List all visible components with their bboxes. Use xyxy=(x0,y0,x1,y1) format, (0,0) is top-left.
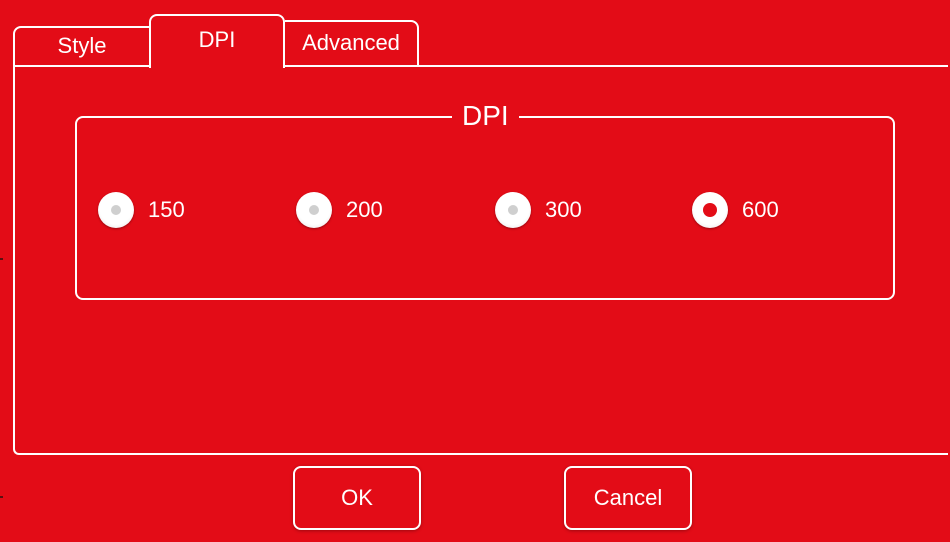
tab-dpi-label: DPI xyxy=(198,27,236,52)
dpi-option-150[interactable]: 150 xyxy=(98,190,185,230)
radio-button-icon[interactable] xyxy=(296,192,332,228)
dpi-option-label: 300 xyxy=(545,197,582,222)
ok-button[interactable]: OK xyxy=(293,466,421,530)
dpi-option-200[interactable]: 200 xyxy=(296,190,383,230)
cancel-button[interactable]: Cancel xyxy=(564,466,692,530)
edge-mark xyxy=(0,496,3,498)
dpi-group-title: DPI xyxy=(452,100,519,132)
dpi-option-label: 600 xyxy=(742,197,779,222)
dpi-option-600[interactable]: 600 xyxy=(692,190,779,230)
tab-advanced[interactable]: Advanced xyxy=(285,20,419,66)
edge-mark xyxy=(0,258,3,260)
dpi-option-300[interactable]: 300 xyxy=(495,190,582,230)
active-tab-connector xyxy=(151,64,283,68)
radio-button-selected-icon[interactable] xyxy=(692,192,728,228)
tab-style[interactable]: Style xyxy=(13,26,149,66)
tab-dpi[interactable]: DPI xyxy=(149,14,285,68)
dpi-settings-dialog: Style DPI Advanced DPI 150 200 300 600 O… xyxy=(0,0,950,542)
tab-advanced-label: Advanced xyxy=(302,30,400,55)
radio-button-icon[interactable] xyxy=(98,192,134,228)
dpi-option-label: 200 xyxy=(346,197,383,222)
dpi-option-label: 150 xyxy=(148,197,185,222)
tab-style-label: Style xyxy=(57,33,107,58)
radio-button-icon[interactable] xyxy=(495,192,531,228)
